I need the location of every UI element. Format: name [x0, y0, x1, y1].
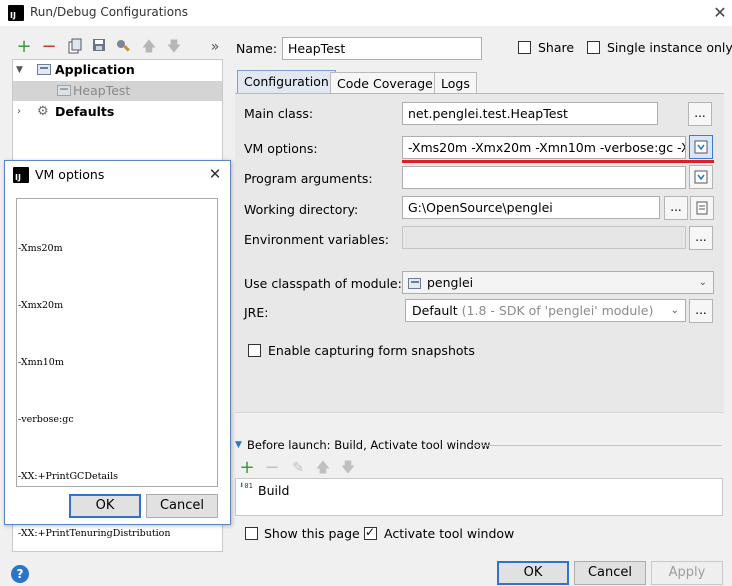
classpath-module-label: Use classpath of module: — [244, 276, 402, 291]
vm-option-line: -Xms20m — [18, 243, 63, 254]
program-arguments-label: Program arguments: — [244, 171, 373, 186]
build-icon: ⬇01 — [239, 481, 253, 491]
vm-option-line: -Xmn10m — [18, 357, 64, 368]
save-icon[interactable] — [90, 38, 108, 56]
title-bar: IJ Run/Debug Configurations ✕ — [0, 0, 732, 26]
main-class-label: Main class: — [244, 106, 314, 121]
list-item[interactable]: ⬇01 Build — [236, 480, 722, 500]
form-snapshots-checkbox[interactable] — [248, 343, 261, 357]
tab-logs[interactable]: Logs — [434, 72, 477, 94]
settings-icon[interactable] — [114, 38, 132, 56]
tree-item-label: HeapTest — [73, 83, 131, 98]
tab-configuration[interactable]: Configuration — [237, 70, 336, 94]
macro-icon[interactable] — [690, 196, 714, 220]
remove-task-icon[interactable]: − — [263, 459, 281, 477]
main-class-field[interactable]: net.penglei.test.HeapTest — [402, 102, 658, 125]
before-launch-list[interactable]: ⬇01 Build — [235, 478, 723, 516]
chevron-right-icon[interactable]: › — [17, 102, 21, 122]
jre-browse-button[interactable]: ... — [689, 299, 713, 323]
vm-options-label: VM options: — [244, 141, 318, 156]
copy-icon[interactable] — [66, 38, 84, 56]
classpath-module-value: penglei — [427, 275, 474, 290]
main-class-browse-button[interactable]: ... — [688, 102, 712, 126]
share-checkbox[interactable] — [518, 40, 531, 54]
environment-variables-field[interactable] — [402, 226, 686, 249]
environment-variables-browse-button[interactable]: ... — [689, 226, 713, 250]
add-icon[interactable]: + — [15, 38, 33, 56]
vm-option-line: -Xmx20m — [18, 300, 64, 311]
remove-icon[interactable]: − — [40, 38, 58, 56]
tree-item-label: Defaults — [55, 104, 115, 119]
activate-tool-window-label: Activate tool window — [384, 526, 515, 541]
move-down-icon[interactable]: 🡇 — [339, 459, 357, 477]
class-icon — [57, 85, 71, 96]
tab-code-coverage[interactable]: Code Coverage — [330, 72, 440, 94]
intellij-icon: IJ — [13, 167, 29, 183]
window-title: Run/Debug Configurations — [30, 5, 188, 19]
single-instance-label: Single instance only — [607, 40, 732, 55]
close-icon[interactable]: ✕ — [709, 2, 731, 24]
move-up-icon[interactable]: 🡅 — [140, 38, 158, 56]
name-field[interactable]: HeapTest — [282, 37, 482, 60]
vm-options-field[interactable]: -Xms20m -Xmx20m -Xmn10m -verbose:gc -XX: — [402, 136, 686, 159]
vm-dialog-title: VM options — [35, 167, 105, 182]
highlight-underline — [402, 160, 714, 163]
vm-option-line: -XX:+PrintTenuringDistribution — [18, 528, 171, 539]
jre-label: JRE: — [244, 305, 269, 320]
classpath-module-select[interactable]: penglei ⌄ — [402, 271, 714, 294]
intellij-icon: IJ — [8, 5, 24, 21]
tree-item-label: Application — [55, 62, 135, 77]
jre-value: Default — [412, 303, 458, 318]
vm-options-textarea[interactable]: -Xms20m -Xmx20m -Xmn10m -verbose:gc -XX:… — [16, 198, 218, 539]
jre-select[interactable]: Default (1.8 - SDK of 'penglei' module) … — [405, 299, 686, 322]
chevron-down-icon[interactable]: ⌄ — [699, 272, 707, 293]
expand-vm-options-button[interactable] — [689, 135, 713, 159]
program-arguments-field[interactable] — [402, 166, 686, 189]
vm-option-line: -XX:+PrintGCDetails — [18, 471, 118, 482]
vm-option-line: -verbose:gc — [18, 414, 74, 425]
close-icon[interactable]: ✕ — [205, 164, 225, 184]
more-icon[interactable]: » — [206, 38, 224, 56]
before-launch-header[interactable]: Before launch: Build, Activate tool wind… — [247, 438, 490, 452]
expand-program-arguments-button[interactable] — [689, 165, 713, 189]
jre-detail: (1.8 - SDK of 'penglei' module) — [461, 303, 654, 318]
edit-task-icon[interactable]: ✎ — [289, 459, 307, 477]
wrench-icon: ⚙ — [37, 104, 49, 119]
environment-variables-label: Environment variables: — [244, 232, 389, 247]
single-instance-checkbox[interactable] — [587, 40, 600, 54]
tree-item-application[interactable]: ▼ Application — [13, 60, 222, 80]
working-directory-label: Working directory: — [244, 202, 359, 217]
share-label: Share — [538, 40, 575, 55]
apply-button[interactable]: Apply — [651, 561, 723, 585]
tree-item-heaptest[interactable]: HeapTest — [13, 81, 222, 101]
separator — [472, 445, 722, 446]
move-up-icon[interactable]: 🡅 — [314, 459, 332, 477]
chevron-down-icon[interactable]: ⌄ — [671, 300, 679, 321]
form-snapshots-label: Enable capturing form snapshots — [268, 343, 475, 358]
show-page-label: Show this page — [264, 526, 360, 541]
help-icon[interactable]: ? — [11, 565, 29, 583]
working-directory-field[interactable]: G:\OpenSource\penglei — [402, 196, 660, 219]
build-label: Build — [258, 483, 290, 498]
move-down-icon[interactable]: 🡇 — [165, 38, 183, 56]
cancel-button[interactable]: Cancel — [574, 561, 646, 585]
module-icon — [408, 278, 421, 289]
working-directory-browse-button[interactable]: ... — [664, 196, 688, 220]
tree-item-defaults[interactable]: › ⚙ Defaults — [13, 102, 222, 122]
activate-tool-window-checkbox[interactable] — [364, 525, 377, 540]
application-icon — [37, 64, 51, 75]
collapse-icon[interactable]: ▼ — [235, 440, 242, 450]
chevron-down-icon[interactable]: ▼ — [16, 60, 23, 80]
name-label: Name: — [236, 41, 278, 56]
ok-button[interactable]: OK — [497, 561, 569, 585]
show-page-checkbox[interactable] — [245, 526, 258, 540]
add-task-icon[interactable]: + — [238, 459, 256, 477]
